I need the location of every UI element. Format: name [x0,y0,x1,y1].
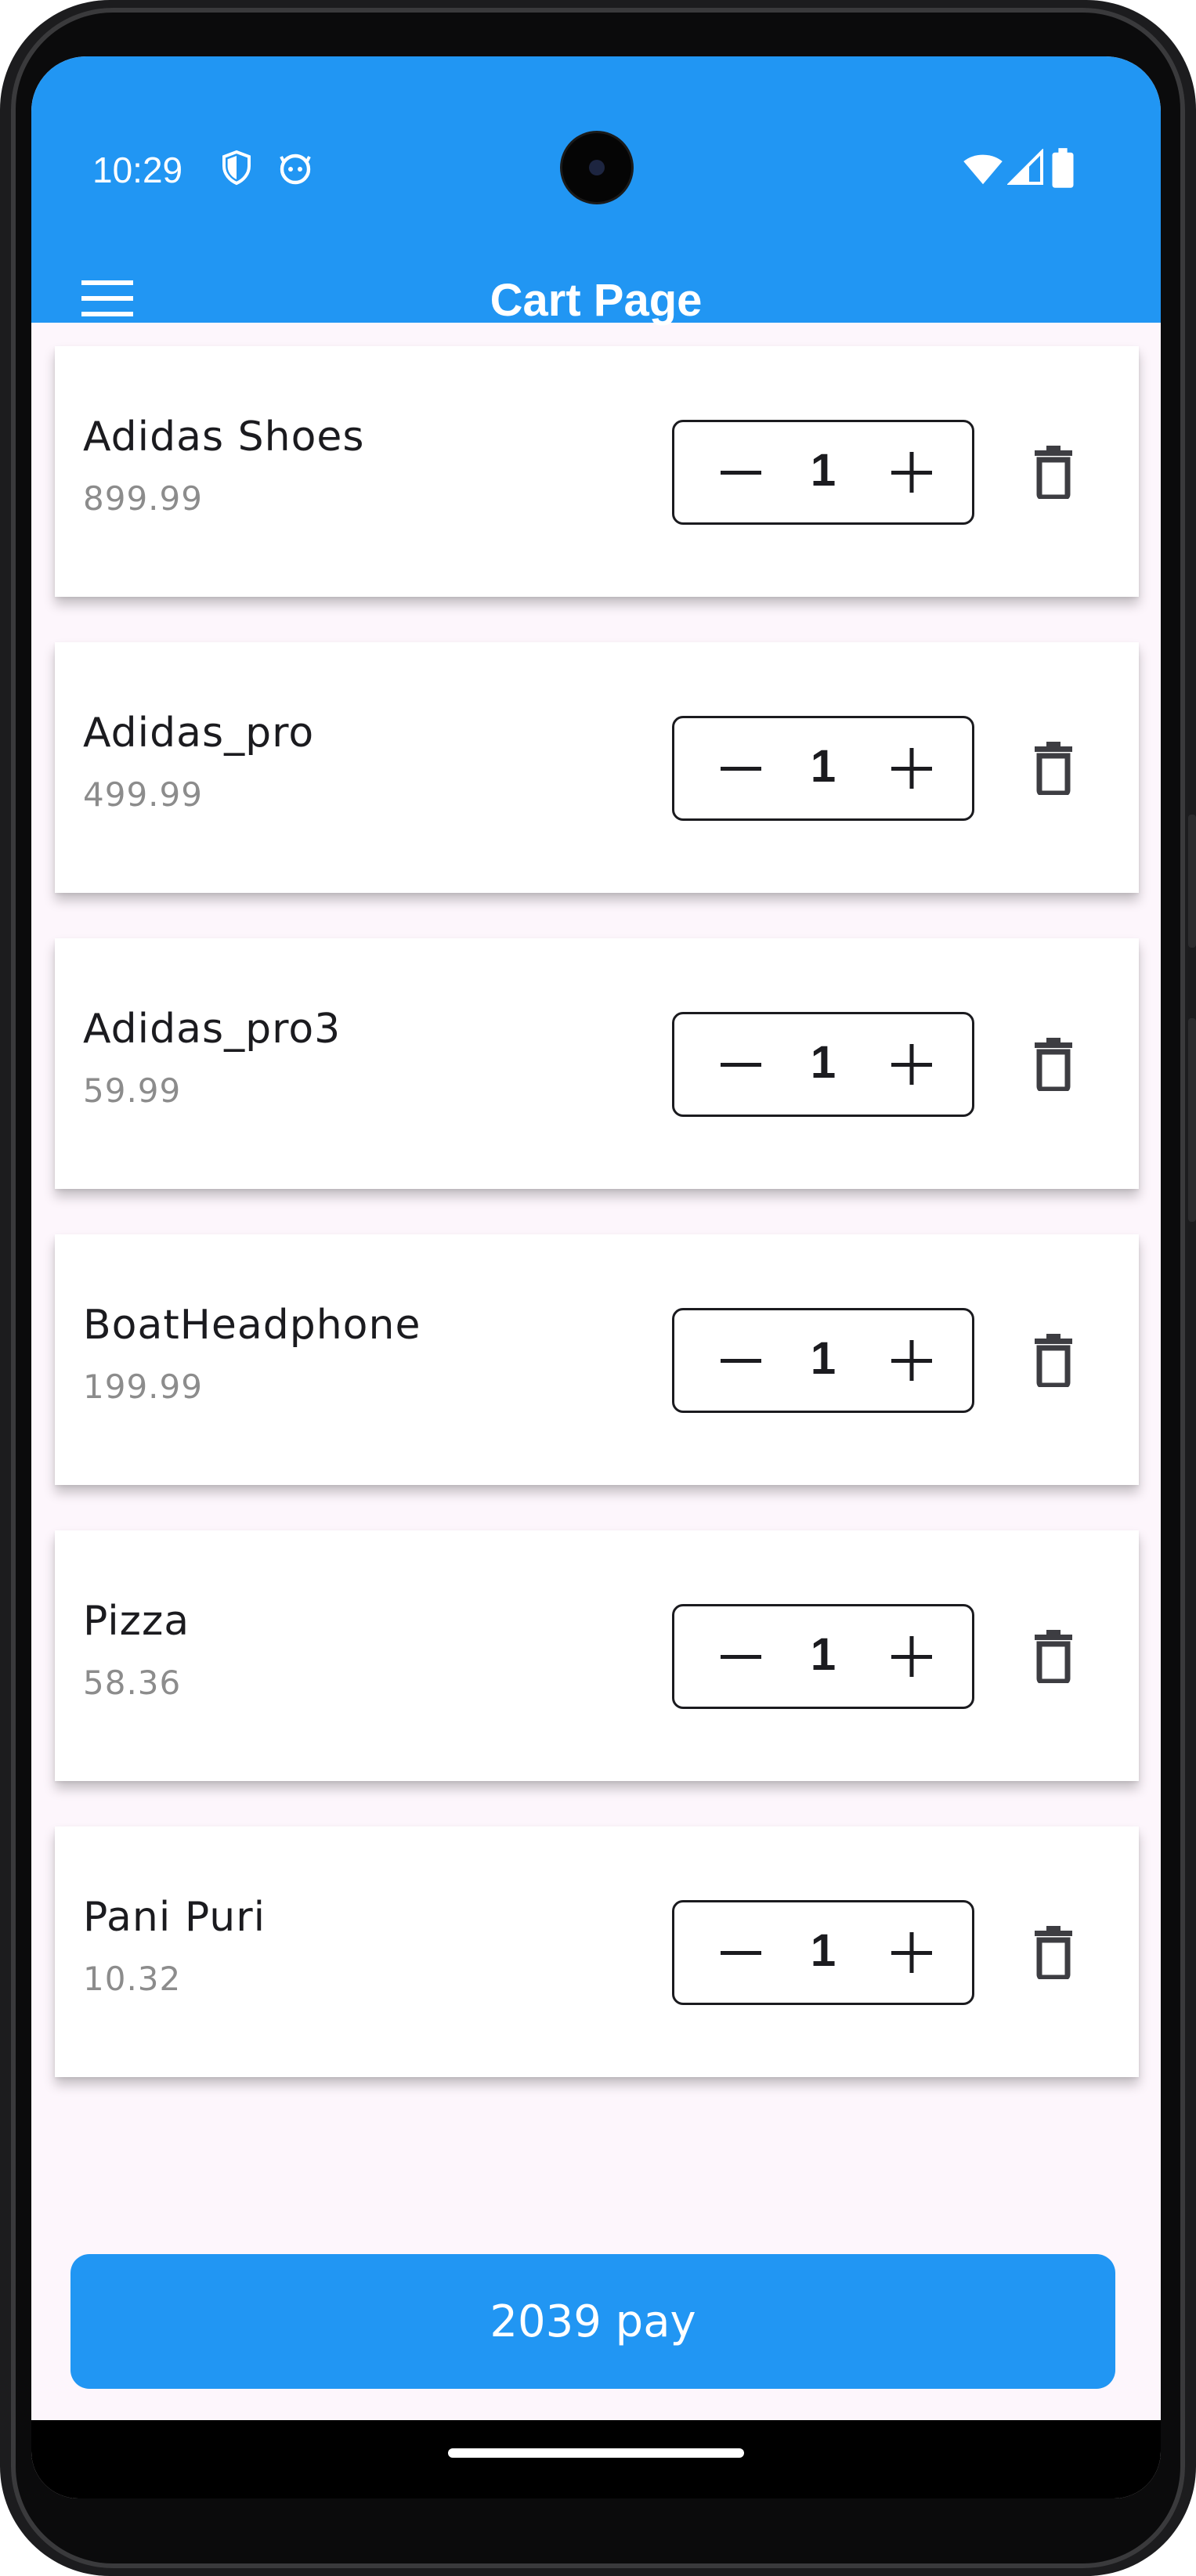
front-camera [562,133,631,202]
decrease-quantity-button[interactable] [698,718,784,818]
trash-icon [1035,742,1072,795]
delete-item-button[interactable] [1030,439,1077,504]
home-gesture-handle[interactable] [448,2448,744,2458]
delete-item-button[interactable] [1030,1623,1077,1689]
minus-icon [721,1359,761,1363]
decrease-quantity-button[interactable] [698,1310,784,1411]
cart-item: Adidas_pro3 59.99 1 [55,938,1139,1189]
plus-icon [891,1340,932,1381]
status-time: 10:29 [92,150,183,190]
quantity-stepper: 1 [672,1012,974,1117]
quantity-stepper: 1 [672,1604,974,1709]
quantity-stepper: 1 [672,420,974,525]
quantity-stepper: 1 [672,1900,974,2005]
increase-quantity-button[interactable] [869,422,955,522]
power-button [1188,815,1196,948]
app-bar: 10:29 Cart Page [31,56,1161,326]
item-name: Adidas Shoes [83,414,365,461]
delete-item-button[interactable] [1030,1919,1077,1985]
plus-icon [891,1044,932,1085]
minus-icon [721,471,761,475]
screen: 10:29 Cart Page Adidas Shoes 899.99 1 Ad… [31,56,1161,2498]
cart-item: BoatHeadphone 199.99 1 [55,1234,1139,1485]
decrease-quantity-button[interactable] [698,1014,784,1115]
trash-icon [1035,1038,1072,1091]
quantity-stepper: 1 [672,1308,974,1413]
quantity-value: 1 [810,741,836,792]
item-name: Pani Puri [83,1894,266,1941]
phone-frame: 10:29 Cart Page Adidas Shoes 899.99 1 Ad… [0,0,1196,2576]
decrease-quantity-button[interactable] [698,1606,784,1707]
plus-icon [891,1932,932,1973]
quantity-value: 1 [810,1925,836,1976]
trash-icon [1035,446,1072,499]
cart-item: Adidas Shoes 899.99 1 [55,346,1139,597]
minus-icon [721,1951,761,1955]
plus-icon [891,452,932,493]
item-name: BoatHeadphone [83,1302,421,1349]
cart-item: Pizza 58.36 1 [55,1530,1139,1781]
quantity-value: 1 [810,445,836,496]
cart-item: Adidas_pro 499.99 1 [55,642,1139,893]
wifi-icon [963,154,1003,185]
item-price: 499.99 [83,775,203,814]
delete-item-button[interactable] [1030,1031,1077,1097]
item-name: Adidas_pro [83,710,315,757]
volume-button [1188,1018,1196,1222]
minus-icon [721,767,761,771]
minus-icon [721,1063,761,1067]
pay-button[interactable]: 2039 pay [70,2254,1115,2389]
trash-icon [1035,1334,1072,1387]
increase-quantity-button[interactable] [869,1014,955,1115]
decrease-quantity-button[interactable] [698,1902,784,2003]
shield-icon [222,150,251,186]
item-price: 10.32 [83,1960,182,1998]
android-face-icon [280,154,311,185]
increase-quantity-button[interactable] [869,1902,955,2003]
trash-icon [1035,1630,1072,1683]
delete-item-button[interactable] [1030,1327,1077,1393]
quantity-value: 1 [810,1333,836,1384]
delete-item-button[interactable] [1030,735,1077,800]
page-title: Cart Page [490,275,703,326]
item-price: 58.36 [83,1664,182,1702]
system-nav-bar [31,2420,1161,2498]
status-bar: 10:29 [31,56,1161,202]
trash-icon [1035,1926,1072,1979]
item-name: Adidas_pro3 [83,1006,341,1053]
increase-quantity-button[interactable] [869,718,955,818]
quantity-stepper: 1 [672,716,974,821]
quantity-value: 1 [810,1629,836,1680]
decrease-quantity-button[interactable] [698,422,784,522]
cart-item: Pani Puri 10.32 1 [55,1826,1139,2077]
item-name: Pizza [83,1598,190,1645]
item-price: 199.99 [83,1367,203,1406]
increase-quantity-button[interactable] [869,1310,955,1411]
battery-icon [1052,148,1074,188]
minus-icon [721,1655,761,1659]
increase-quantity-button[interactable] [869,1606,955,1707]
item-price: 59.99 [83,1071,182,1110]
cell-signal-icon [1007,149,1043,185]
item-price: 899.99 [83,479,203,518]
plus-icon [891,1636,932,1677]
plus-icon [891,748,932,789]
quantity-value: 1 [810,1037,836,1088]
